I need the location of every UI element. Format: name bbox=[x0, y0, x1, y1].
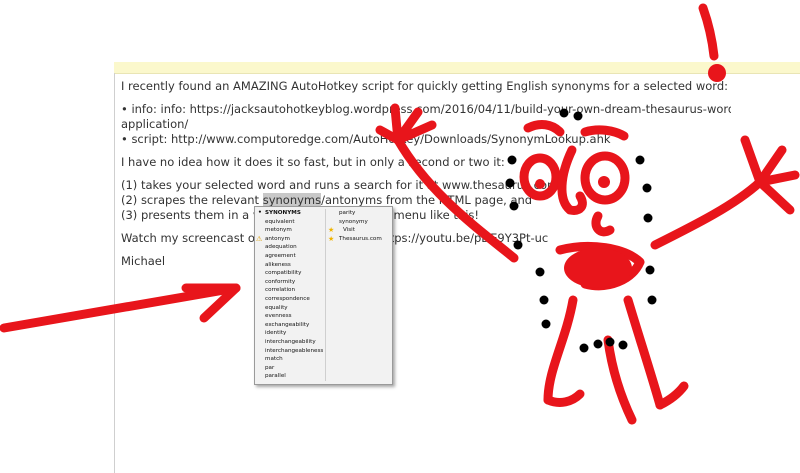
menu-item[interactable]: equality bbox=[257, 304, 323, 313]
left-leg bbox=[543, 295, 578, 405]
selected-word[interactable]: synonyms bbox=[262, 193, 322, 207]
menu-right-column: parity synonymy ★ Visit ★ Thesaurus.com bbox=[328, 209, 389, 244]
menu-item[interactable]: synonymy bbox=[329, 218, 389, 227]
speed-line: I have no idea how it does it so fast, b… bbox=[121, 155, 505, 169]
step-3: (3) presents them in a very convenient p… bbox=[121, 208, 479, 222]
right-hand bbox=[740, 135, 800, 215]
menu-left-column: • SYNONYMS equivalent metonym ⚠ antonym ad… bbox=[256, 209, 323, 381]
menu-item[interactable]: correspondence bbox=[257, 295, 323, 304]
step-2-pre: (2) scrapes the relevant bbox=[121, 193, 263, 207]
menu-item[interactable]: agreement bbox=[257, 252, 323, 261]
star-icon: ★ bbox=[328, 234, 335, 243]
menu-column-divider bbox=[325, 209, 326, 381]
post-intro: I recently found an AMAZING AutoHotkey s… bbox=[121, 79, 729, 93]
info-link-line[interactable]: • info: info: https://jacksautohotkeyblo… bbox=[121, 102, 731, 117]
post-header-bar bbox=[114, 62, 800, 74]
menu-item[interactable]: interchangeableness bbox=[257, 347, 323, 356]
arrow-head bbox=[181, 283, 241, 323]
menu-item[interactable]: alikeness bbox=[257, 261, 323, 270]
menu-item[interactable]: parallel bbox=[257, 372, 323, 381]
arrow-shaft bbox=[0, 283, 241, 333]
menu-item[interactable]: conformity bbox=[257, 278, 323, 287]
exclamation-stroke bbox=[698, 3, 719, 61]
synonym-popup-menu[interactable]: • SYNONYMS equivalent metonym ⚠ antonym ad… bbox=[254, 206, 393, 385]
menu-item[interactable]: match bbox=[257, 355, 323, 364]
menu-item[interactable]: par bbox=[257, 364, 323, 373]
step-2: (2) scrapes the relevant synonyms/antony… bbox=[121, 193, 731, 208]
menu-item[interactable]: adequation bbox=[257, 243, 323, 252]
menu-item[interactable]: evenness bbox=[257, 312, 323, 321]
right-leg-inner bbox=[603, 335, 637, 425]
right-leg bbox=[623, 295, 665, 410]
menu-item[interactable]: equivalent bbox=[257, 218, 323, 227]
screencast-line[interactable]: Watch my screencast of the script in act… bbox=[121, 231, 731, 246]
menu-item[interactable]: correlation bbox=[257, 286, 323, 295]
menu-item[interactable]: interchangeability bbox=[257, 338, 323, 347]
bullet-icon: • bbox=[258, 209, 262, 216]
warning-icon: ⚠ bbox=[256, 234, 263, 243]
step-1: (1) takes your selected word and runs a … bbox=[121, 178, 559, 192]
menu-item[interactable]: metonym bbox=[257, 226, 323, 235]
menu-item[interactable]: compatibility bbox=[257, 269, 323, 278]
star-icon: ★ bbox=[328, 226, 335, 235]
left-foot bbox=[543, 389, 585, 407]
signature: Michael bbox=[121, 254, 166, 268]
menu-item-antonym[interactable]: ⚠ antonym bbox=[256, 234, 323, 244]
menu-item[interactable]: identity bbox=[257, 329, 323, 338]
menu-item-thesaurus[interactable]: ★ Thesaurus.com bbox=[328, 234, 389, 244]
menu-item[interactable]: parity bbox=[329, 209, 389, 218]
menu-header-synonyms: • SYNONYMS bbox=[258, 209, 301, 216]
menu-item[interactable]: exchangeability bbox=[257, 321, 323, 330]
info-link-line-wrap[interactable]: application/ bbox=[121, 117, 731, 132]
forum-post-body: I recently found an AMAZING AutoHotkey s… bbox=[121, 79, 731, 277]
step-2-post: /antonyms from the HTML page, and bbox=[321, 193, 533, 207]
menu-item-visit[interactable]: ★ Visit bbox=[328, 226, 389, 235]
script-link-line[interactable]: • script: http://www.computoredge.com/Au… bbox=[121, 132, 731, 147]
post-left-border bbox=[114, 73, 115, 473]
right-foot bbox=[655, 381, 689, 410]
